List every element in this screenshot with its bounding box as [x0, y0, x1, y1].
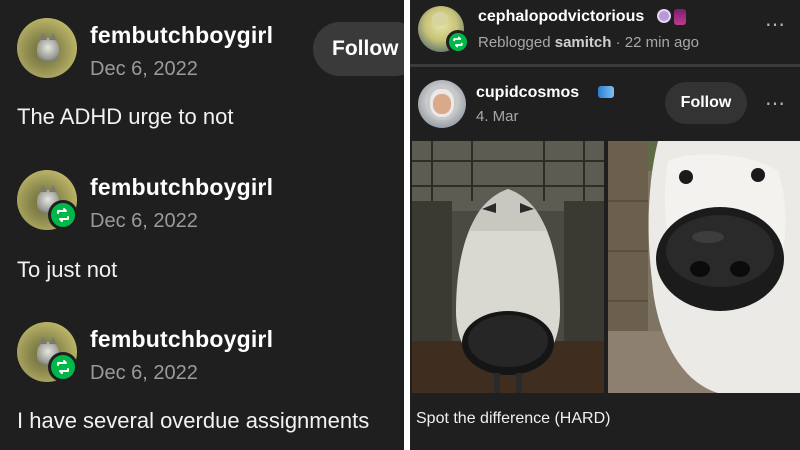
left-tumblr-feed: fembutchboygirl Dec 6, 2022 Follow The A… — [0, 0, 404, 450]
author-avatar[interactable] — [418, 80, 466, 128]
post-text: The ADHD urge to not — [17, 104, 234, 129]
reblog-meta: Reblogged samitch · 22 min ago — [478, 34, 699, 51]
reblog-icon — [446, 30, 470, 54]
follow-button[interactable]: Follow — [313, 22, 404, 76]
post-date: Dec 6, 2022 — [90, 362, 198, 384]
more-options-icon[interactable]: ⋯ — [765, 91, 786, 116]
purple-badge-icon — [657, 9, 671, 23]
post-username[interactable]: fembutchboygirl — [90, 22, 273, 49]
reblogged-from-username[interactable]: samitch — [555, 34, 612, 51]
reblog-icon — [48, 200, 78, 230]
cat-icon — [37, 33, 59, 62]
post-text: I have several overdue assignments — [17, 408, 370, 433]
more-options-icon[interactable]: ⋯ — [765, 12, 786, 37]
post-date: Dec 6, 2022 — [90, 58, 198, 80]
reblog-prefix: Reblogged — [478, 34, 551, 51]
post-date: Dec 6, 2022 — [90, 210, 198, 232]
avatar[interactable] — [17, 18, 77, 78]
post-username[interactable]: fembutchboygirl — [90, 326, 273, 353]
post-caption: Spot the difference (HARD) — [416, 410, 611, 427]
astronaut-face-icon — [433, 94, 451, 114]
dog-illustration — [608, 141, 800, 393]
badge-icons — [657, 9, 686, 25]
spool-badge-icon — [674, 9, 686, 25]
shuttle-image[interactable] — [412, 141, 604, 393]
avatar-figure-icon — [432, 12, 448, 26]
follow-button[interactable]: Follow — [665, 82, 747, 124]
shuttle-illustration — [412, 141, 604, 393]
reblog-icon — [48, 352, 78, 382]
author-username[interactable]: cupidcosmos — [476, 84, 579, 102]
post-text: To just not — [17, 257, 118, 282]
reblog-time: 22 min ago — [624, 34, 699, 51]
right-tumblr-feed: cephalopodvictorious Reblogged samitch ·… — [410, 0, 800, 450]
blue-badge-icon — [598, 86, 614, 98]
author-date: 4. Mar — [476, 108, 519, 125]
section-divider — [410, 64, 800, 67]
dog-image[interactable] — [608, 141, 800, 393]
post-username[interactable]: fembutchboygirl — [90, 174, 273, 201]
reblogger-username[interactable]: cephalopodvictorious — [478, 8, 644, 26]
meta-separator: · — [615, 34, 625, 51]
